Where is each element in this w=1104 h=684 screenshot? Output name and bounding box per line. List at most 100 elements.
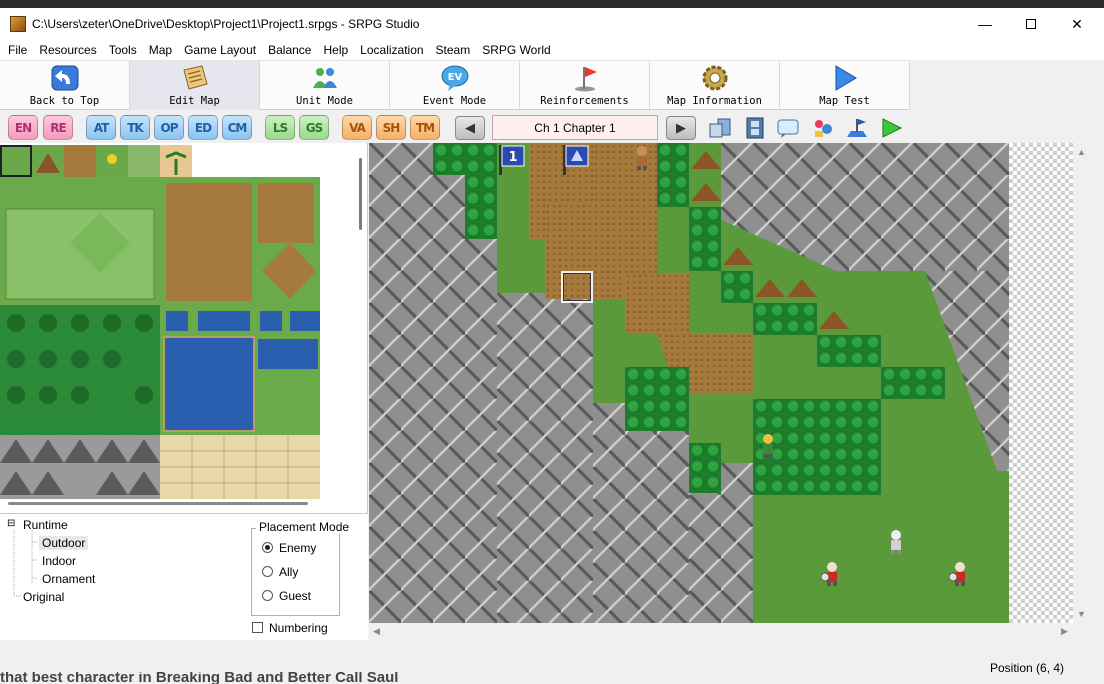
map-out-of-bounds-area [1009, 143, 1073, 623]
back-to-top-label: Back to Top [29, 95, 100, 107]
character-icon[interactable] [811, 117, 835, 139]
start-flag-1[interactable]: 1 [499, 145, 527, 175]
numbering-label[interactable]: Numbering [269, 621, 328, 635]
maximize-icon [1026, 19, 1036, 29]
map-horizontal-scrollbar[interactable]: ◀ ▶ [369, 623, 1073, 640]
event-flag-icon[interactable] [563, 145, 591, 175]
map-vertical-scrollbar[interactable]: ▲ ▼ [1073, 143, 1090, 623]
back-arrow-icon [51, 65, 78, 91]
menu-bar: File Resources Tools Map Game Layout Bal… [0, 40, 1104, 60]
cursor-position: Position (6, 4) [990, 661, 1065, 675]
menu-map[interactable]: Map [143, 43, 178, 57]
menu-help[interactable]: Help [317, 43, 354, 57]
previous-chapter-button[interactable]: ◀ [455, 116, 485, 140]
map-test-button[interactable]: Map Test [780, 61, 910, 110]
menu-srpg-world[interactable]: SRPG World [476, 43, 556, 57]
palette-scrollbar[interactable] [359, 158, 362, 230]
unit-mode-button[interactable]: Unit Mode [260, 61, 390, 110]
message-window-icon[interactable] [776, 117, 800, 139]
radio-guest[interactable] [262, 590, 273, 601]
layer-button-ed[interactable]: ED [188, 115, 218, 140]
radio-ally[interactable] [262, 566, 273, 577]
menu-game-layout[interactable]: Game Layout [178, 43, 262, 57]
reinforcements-button[interactable]: Reinforcements [520, 61, 650, 110]
test-play-icon[interactable] [879, 117, 903, 139]
scroll-left-icon[interactable]: ◀ [373, 626, 380, 637]
layer-button-gs[interactable]: GS [299, 115, 329, 140]
scroll-right-icon[interactable]: ▶ [1061, 626, 1068, 637]
scroll-map-icon [182, 65, 208, 90]
flag-icon [574, 67, 597, 92]
chapter-selector[interactable]: Ch 1 Chapter 1 [492, 115, 658, 140]
tileset-image[interactable] [0, 143, 322, 499]
layer-button-op[interactable]: OP [154, 115, 184, 140]
film-strip-icon[interactable] [743, 117, 767, 139]
radio-enemy-label[interactable]: Enemy [279, 541, 316, 555]
unit-sprite-enemy[interactable] [949, 561, 971, 587]
tree-item-ornament[interactable]: Ornament [42, 572, 95, 586]
menu-balance[interactable]: Balance [262, 43, 317, 57]
unit-sprite-enemy[interactable] [821, 561, 843, 587]
layer-button-va[interactable]: VA [342, 115, 372, 140]
layer-button-at[interactable]: AT [86, 115, 116, 140]
numbering-checkbox[interactable] [252, 622, 263, 633]
layer-button-en[interactable]: EN [8, 115, 38, 140]
tree-item-outdoor[interactable]: Outdoor [39, 536, 89, 550]
close-button[interactable]: ✕ [1054, 8, 1100, 40]
menu-resources[interactable]: Resources [33, 43, 102, 57]
tree-lines [13, 530, 38, 597]
back-to-top-button[interactable]: Back to Top [0, 61, 130, 110]
menu-steam[interactable]: Steam [430, 43, 477, 57]
layer-toolbar: EN RE AT TK OP ED CM LS GS VA SH TM ◀ Ch… [0, 111, 1104, 143]
database-icon[interactable] [708, 117, 732, 139]
palette-horizontal-scrollbar[interactable] [8, 502, 308, 505]
svg-text:EV: EV [447, 72, 462, 83]
mountain-range-west-inner [497, 293, 593, 623]
radio-ally-label[interactable]: Ally [279, 565, 298, 579]
layer-button-ls[interactable]: LS [265, 115, 295, 140]
hut-tile [755, 279, 785, 297]
mountain-range-east [721, 143, 1009, 271]
edit-map-button[interactable]: Edit Map [130, 61, 260, 110]
menu-localization[interactable]: Localization [354, 43, 429, 57]
unit-people-icon [312, 68, 337, 88]
gear-icon [702, 65, 727, 91]
map-canvas[interactable]: 1 [369, 143, 1009, 623]
forest-patch [753, 303, 817, 335]
scroll-up-icon[interactable]: ▲ [1077, 147, 1086, 157]
map-flag-icon[interactable] [845, 117, 869, 139]
forest-patch [721, 271, 753, 303]
minimize-button[interactable]: — [962, 8, 1008, 40]
event-mode-button[interactable]: EV Event Mode [390, 61, 520, 110]
menu-file[interactable]: File [2, 43, 33, 57]
maximize-button[interactable] [1008, 8, 1054, 40]
edit-map-label: Edit Map [169, 95, 220, 107]
layer-button-sh[interactable]: SH [376, 115, 406, 140]
event-bubble-icon: EV [441, 65, 468, 91]
next-chapter-button[interactable]: ▶ [666, 116, 696, 140]
layer-button-tk[interactable]: TK [120, 115, 150, 140]
unit-sprite-guest[interactable] [757, 433, 779, 459]
tile-palette[interactable] [0, 143, 368, 513]
layer-button-tm[interactable]: TM [410, 115, 440, 140]
mode-toolbar: Back to Top Edit Map Unit Mode EV Event … [0, 60, 910, 110]
flag-number: 1 [508, 150, 517, 165]
unit-sprite-ally[interactable] [631, 145, 653, 171]
unit-sprite-skeleton[interactable] [885, 529, 907, 555]
forest-patch [689, 443, 721, 493]
window-title: C:\Users\zeter\OneDrive\Desktop\Project1… [32, 17, 420, 31]
hut-tile [691, 151, 721, 169]
layer-button-re[interactable]: RE [43, 115, 73, 140]
mountain-range-west [369, 175, 497, 623]
radio-enemy[interactable] [262, 542, 273, 553]
scroll-down-icon[interactable]: ▼ [1077, 609, 1086, 619]
background-page-text: that best character in Breaking Bad and … [0, 672, 399, 684]
layer-button-cm[interactable]: CM [222, 115, 252, 140]
reinforcements-label: Reinforcements [540, 95, 629, 107]
radio-guest-label[interactable]: Guest [279, 589, 311, 603]
toolbar-empty-area [910, 60, 1104, 110]
menu-tools[interactable]: Tools [103, 43, 143, 57]
forest-patch [433, 143, 465, 175]
map-information-button[interactable]: Map Information [650, 61, 780, 110]
tree-item-indoor[interactable]: Indoor [42, 554, 76, 568]
